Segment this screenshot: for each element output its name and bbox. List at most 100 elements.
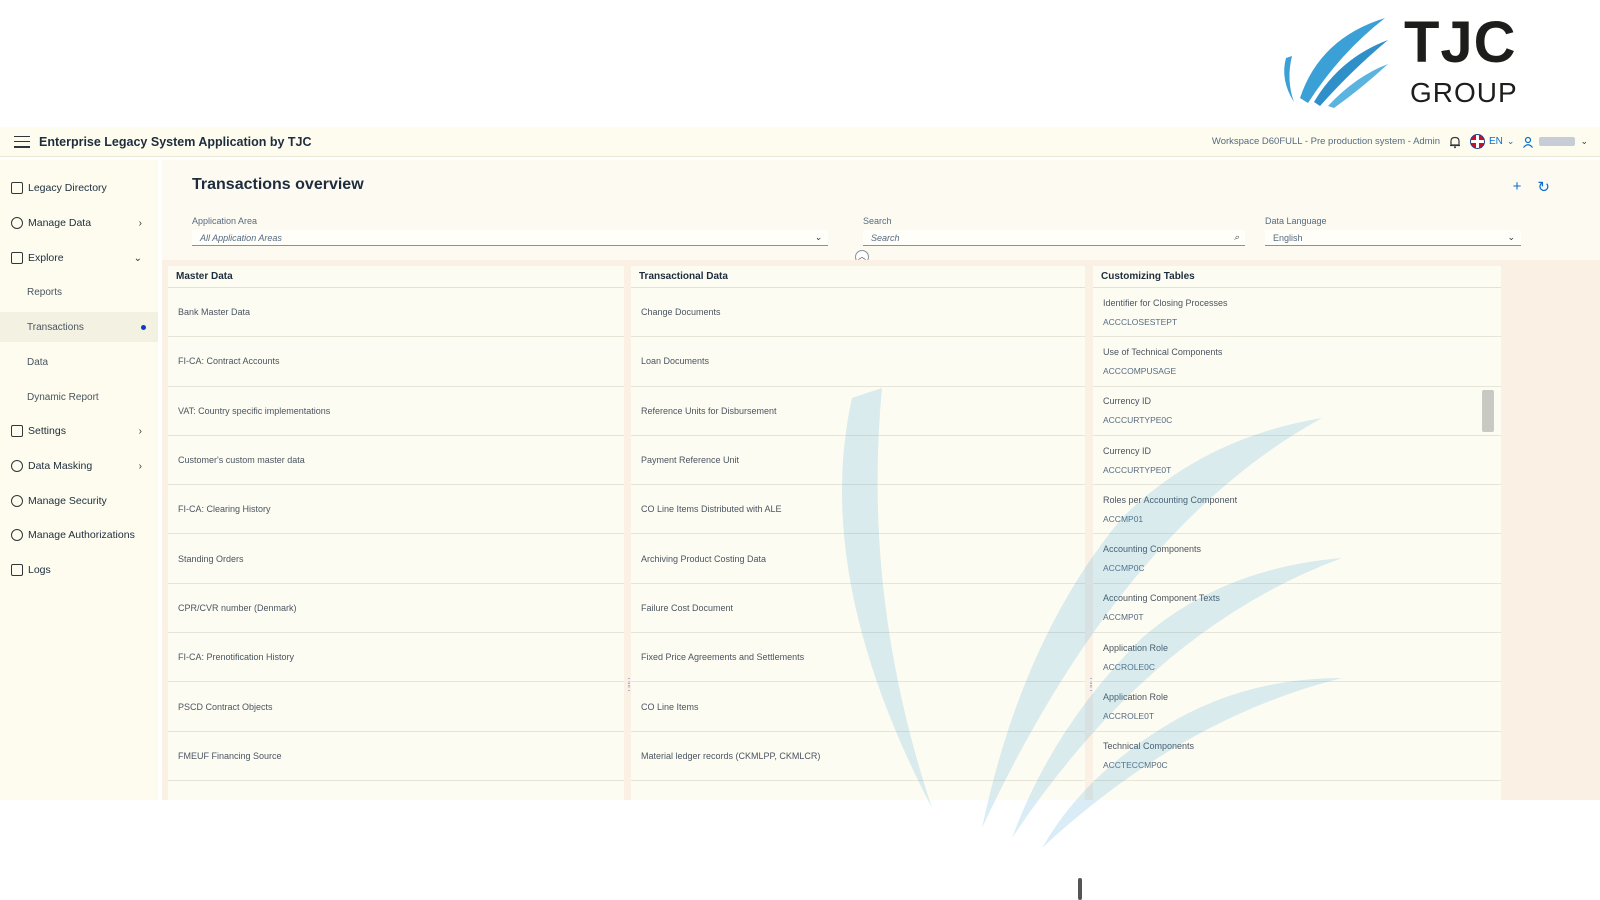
refresh-icon[interactable]: ↻: [1537, 178, 1550, 196]
nav-reports[interactable]: Reports: [0, 277, 158, 307]
customizing-tables-column: Customizing Tables Identifier for Closin…: [1093, 266, 1501, 800]
list-item[interactable]: Use of Technical Components ACCCOMPUSAGE: [1093, 337, 1501, 387]
flag-uk-icon: [1470, 134, 1485, 149]
list-item[interactable]: Payment Reference Unit: [631, 435, 1085, 486]
column-splitter-handle[interactable]: ⋮ ⋮: [1086, 678, 1096, 696]
list-item[interactable]: Loan Documents: [631, 337, 1085, 387]
list-item[interactable]: CO Line Items: [631, 682, 1085, 732]
search-icon[interactable]: ⌕: [1234, 232, 1239, 243]
list-item[interactable]: Standing Orders: [168, 534, 624, 584]
list-item[interactable]: PSCD Contract Objects: [168, 682, 624, 732]
nav-settings[interactable]: Settings ›: [0, 416, 158, 446]
list-item[interactable]: Application Role ACCROLE0C: [1093, 633, 1501, 683]
vertical-scrollbar[interactable]: [1482, 390, 1494, 432]
list-item[interactable]: Fixed Price Agreements and Settlements: [631, 633, 1085, 683]
nav-label: Explore: [28, 252, 64, 264]
table-code: ACCTECCMP0C: [1103, 760, 1168, 771]
nav-manage-security[interactable]: Manage Security: [0, 486, 158, 516]
list-item[interactable]: FMEUF Financing Source: [168, 731, 624, 781]
list-item[interactable]: Accounting Components ACCMP0C: [1093, 534, 1501, 584]
nav-label: Manage Security: [28, 495, 107, 507]
nav-dynamic-report[interactable]: Dynamic Report: [0, 382, 158, 412]
list-item[interactable]: Material ledger records (CKMLPP, CKMLCR): [631, 731, 1085, 781]
table-code: ACCCURTYPE0C: [1103, 415, 1173, 426]
list-item[interactable]: Failure Cost Document: [631, 583, 1085, 634]
nav-manage-authorizations[interactable]: Manage Authorizations: [0, 520, 158, 550]
list-item[interactable]: Archiving Product Costing Data: [631, 534, 1085, 584]
settings-icon: [11, 425, 23, 437]
nav-label: Transactions: [27, 321, 84, 333]
column-header: Transactional Data: [631, 266, 1085, 288]
list-item-title: Reference Units for Disbursement: [641, 405, 777, 416]
list-item-title: Standing Orders: [178, 553, 244, 564]
nav-label: Data Masking: [28, 460, 93, 472]
bell-icon[interactable]: [1448, 135, 1462, 149]
list-item-title: Loan Documents: [641, 356, 710, 367]
page-actions: + ↻: [1513, 178, 1550, 196]
list-item[interactable]: Identifier for Closing Processes ACCCLOSE…: [1093, 288, 1501, 338]
list-item[interactable]: Customer's custom master data: [168, 435, 624, 486]
list-item[interactable]: FI-CA: Contract Accounts: [168, 337, 624, 387]
table-code: ACCMP0C: [1103, 563, 1145, 574]
user-icon: [1523, 136, 1534, 148]
column-splitter-handle[interactable]: ⋮ ⋮: [624, 678, 634, 696]
list-item[interactable]: CPR/CVR number (Denmark): [168, 583, 624, 634]
search-input[interactable]: Search ⌕: [863, 230, 1245, 246]
data-language-value: English: [1273, 232, 1303, 243]
add-icon[interactable]: +: [1513, 178, 1522, 196]
language-selector[interactable]: EN ⌄: [1470, 134, 1514, 149]
nav-transactions[interactable]: Transactions: [0, 312, 158, 342]
list-item[interactable]: Currency ID ACCCURTYPE0C: [1093, 386, 1501, 436]
list-item-title: PSCD Contract Objects: [178, 701, 273, 712]
column-header: Master Data: [168, 266, 624, 288]
list-item[interactable]: CO Line Items Distributed with ALE: [631, 485, 1085, 535]
list-item-title: Accounting Component Texts: [1103, 593, 1220, 604]
list-item[interactable]: Accounting Component Texts ACCMP0T: [1093, 583, 1501, 634]
list-item[interactable]: Change Documents: [631, 288, 1085, 338]
nav-manage-data[interactable]: Manage Data ›: [0, 208, 158, 238]
app-title: Enterprise Legacy System Application by …: [39, 134, 312, 149]
data-language-select[interactable]: English ⌄: [1265, 230, 1521, 246]
list-item-title: Application Role: [1103, 692, 1169, 703]
nav-legacy-directory[interactable]: Legacy Directory: [0, 173, 158, 203]
nav-logs[interactable]: Logs: [0, 555, 158, 585]
explore-icon: [11, 252, 23, 264]
authorizations-icon: [11, 529, 23, 541]
list-item[interactable]: FI-CA: Prenotification History: [168, 633, 624, 683]
list-item[interactable]: Reference Units for Disbursement: [631, 386, 1085, 436]
search-placeholder: Search: [871, 232, 900, 243]
list-item[interactable]: Application Role ACCROLE0T: [1093, 682, 1501, 732]
table-code: ACCCURTYPE0T: [1103, 464, 1172, 475]
list-item-title: FI-CA: Clearing History: [178, 504, 271, 515]
scroll-handle[interactable]: [1078, 878, 1082, 900]
nav-label: Settings: [28, 425, 66, 437]
app-area-select[interactable]: All Application Areas ⌄: [192, 230, 828, 246]
list-item[interactable]: FI-CA: Clearing History: [168, 485, 624, 535]
nav-data[interactable]: Data: [0, 347, 158, 377]
list-item[interactable]: Technical Components ACCTECCMP0C: [1093, 731, 1501, 781]
list-item[interactable]: Bank Master Data: [168, 288, 624, 338]
shell-bar: Enterprise Legacy System Application by …: [0, 127, 1600, 157]
selected-indicator: [141, 324, 146, 330]
list-item[interactable]: VAT: Country specific implementations: [168, 386, 624, 436]
nav-label: Reports: [27, 286, 63, 298]
chevron-down-icon: ⌄: [133, 252, 142, 264]
nav-data-masking[interactable]: Data Masking ›: [0, 451, 158, 481]
master-data-column: Master Data Bank Master Data FI-CA: Cont…: [168, 266, 624, 800]
table-code: ACCROLE0T: [1103, 711, 1155, 722]
hamburger-icon[interactable]: [14, 135, 30, 148]
transactional-data-column: Transactional Data Change Documents Loan…: [631, 266, 1085, 800]
list-item[interactable]: Roles per Accounting Component ACCMP01: [1093, 485, 1501, 535]
list-item[interactable]: Currency ID ACCCURTYPE0T: [1093, 435, 1501, 486]
user-menu[interactable]: ⌄: [1522, 136, 1588, 148]
list-item-title: FI-CA: Prenotification History: [178, 652, 295, 663]
brand-subtitle: GROUP: [1410, 77, 1518, 108]
data-language-label: Data Language: [1265, 216, 1327, 226]
shield-icon: [11, 495, 23, 507]
nav-explore[interactable]: Explore ⌄: [0, 243, 158, 273]
list-item-title: Currency ID: [1103, 445, 1152, 456]
table-code: ACCCOMPUSAGE: [1103, 365, 1177, 376]
list-item-title: Fixed Price Agreements and Settlements: [641, 652, 805, 663]
list-item-title: Use of Technical Components: [1103, 346, 1223, 357]
list-item-title: Accounting Components: [1103, 544, 1202, 555]
